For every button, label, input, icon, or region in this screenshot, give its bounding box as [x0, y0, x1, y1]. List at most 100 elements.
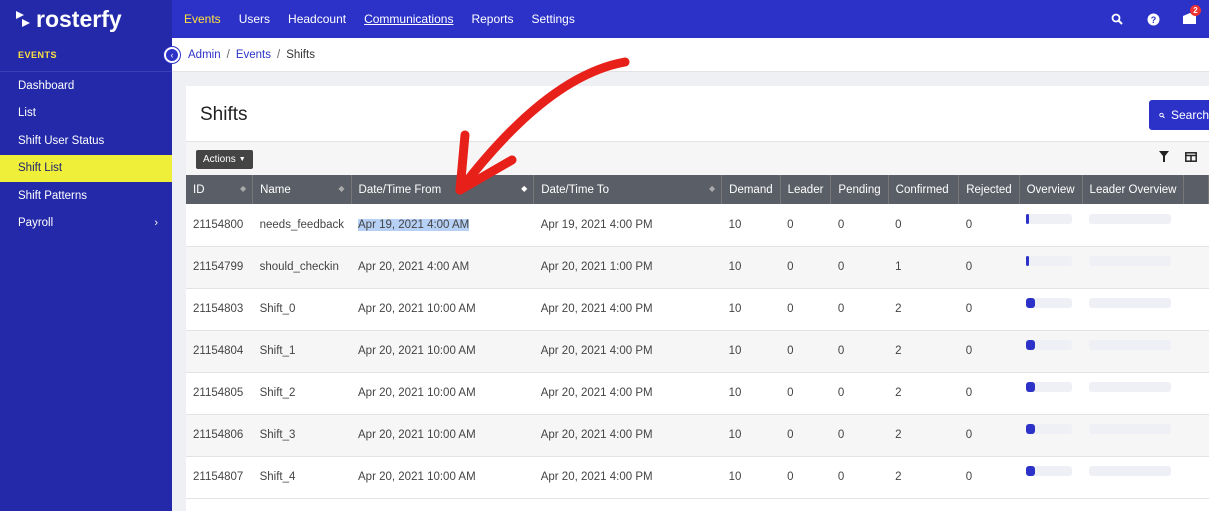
shifts-table: ID ◆ Name ◆ Date/Time From ◆ Date/Time To ◆ … — [186, 175, 1209, 499]
column-header-leader-overview[interactable]: Leader Overview — [1082, 175, 1185, 204]
cell-date-to-value: Apr 20, 2021 4:00 PM — [540, 303, 653, 315]
cell-leader: 0 — [780, 330, 831, 372]
app-logo[interactable]: rosterfy — [0, 0, 172, 38]
cell-demand: 10 — [722, 204, 780, 246]
nav-users[interactable]: Users — [239, 12, 270, 26]
column-header-pending[interactable]: Pending — [830, 175, 889, 204]
table-toolbar: Actions ▼ — [186, 141, 1209, 175]
cell-date-to: Apr 20, 2021 4:00 PM — [534, 330, 722, 372]
cell-leader-overview — [1082, 288, 1184, 330]
table-row[interactable]: 21154799 should_checkin Apr 20, 2021 4:00 … — [186, 246, 1209, 288]
cell-demand-value: 10 — [728, 345, 742, 357]
cell-pending-value: 0 — [837, 387, 845, 399]
nav-settings[interactable]: Settings — [531, 12, 574, 26]
search-button-label: Search — [1170, 108, 1209, 122]
nav-headcount[interactable]: Headcount — [288, 12, 346, 26]
cell-rejected-value: 0 — [965, 303, 973, 315]
cell-date-to: Apr 20, 2021 1:00 PM — [534, 246, 722, 288]
cell-rejected: 0 — [959, 330, 1019, 372]
nav-events[interactable]: Events — [184, 12, 221, 26]
sidebar-item-label: Dashboard — [18, 79, 75, 92]
table-row[interactable]: 21154803 Shift_0 Apr 20, 2021 10:00 AM Apr … — [186, 288, 1209, 330]
cell-pending-value: 0 — [837, 429, 845, 441]
cell-rejected-value: 0 — [965, 471, 973, 483]
sort-icon: ◆ — [239, 184, 247, 193]
cell-id: 21154806 — [186, 414, 253, 456]
sidebar-item-payroll[interactable]: Payroll › — [0, 210, 172, 238]
cell-demand-value: 10 — [728, 303, 742, 315]
help-icon[interactable]: ? — [1145, 11, 1161, 27]
column-header-date-from[interactable]: Date/Time From ◆ — [351, 175, 535, 204]
sidebar-item-shift-patterns[interactable]: Shift Patterns — [0, 182, 172, 210]
cell-leader-overview — [1082, 456, 1184, 498]
cell-confirmed: 2 — [888, 288, 959, 330]
cell-overview — [1019, 456, 1082, 498]
cell-date-to-value: Apr 20, 2021 4:00 PM — [540, 429, 653, 441]
cell-confirmed-value: 1 — [895, 261, 902, 273]
column-header-overview[interactable]: Overview — [1019, 175, 1083, 204]
cell-demand: 10 — [722, 372, 780, 414]
column-header-id[interactable]: ID ◆ — [186, 175, 254, 204]
notification-badge: 2 — [1190, 5, 1201, 16]
cell-leader-overview — [1082, 372, 1184, 414]
cell-name: needs_feedback — [253, 204, 351, 246]
sidebar-item-shift-list[interactable]: Shift List — [0, 154, 172, 182]
cell-date-to: Apr 20, 2021 4:00 PM — [534, 414, 722, 456]
column-label: Name — [260, 183, 291, 196]
cell-overview — [1019, 246, 1082, 288]
column-header-confirmed[interactable]: Confirmed — [888, 175, 960, 204]
table-row[interactable]: 21154805 Shift_2 Apr 20, 2021 10:00 AM Apr … — [186, 372, 1209, 414]
cell-leader-value: 0 — [787, 345, 794, 357]
cell-leader: 0 — [780, 414, 831, 456]
overview-progress-bar — [1026, 424, 1073, 434]
search-icon[interactable] — [1109, 11, 1125, 27]
cell-leader: 0 — [780, 246, 831, 288]
column-header-demand[interactable]: Demand — [721, 175, 781, 204]
nav-communications[interactable]: Communications — [364, 12, 453, 26]
cell-demand: 10 — [722, 246, 780, 288]
cell-leader: 0 — [780, 372, 831, 414]
table-row[interactable]: 21154806 Shift_3 Apr 20, 2021 10:00 AM Apr … — [186, 414, 1209, 456]
nav-reports[interactable]: Reports — [471, 12, 513, 26]
notifications-icon[interactable]: 2 — [1181, 5, 1201, 27]
cell-overview — [1019, 414, 1082, 456]
cell-pending: 0 — [831, 372, 888, 414]
cell-extra — [1184, 330, 1209, 372]
collapse-sidebar-icon[interactable]: ‹ — [164, 47, 180, 63]
actions-dropdown[interactable]: Actions ▼ — [196, 150, 253, 169]
sort-icon: ◆ — [338, 184, 345, 193]
main-nav: Events Users Headcount Communications Re… — [184, 0, 575, 38]
cell-name: should_checkin — [253, 246, 351, 288]
column-header-leader[interactable]: Leader — [780, 175, 832, 204]
breadcrumb-events[interactable]: Events — [236, 49, 271, 61]
cell-leader-overview — [1082, 330, 1184, 372]
cell-demand: 10 — [722, 414, 780, 456]
overview-progress-fill — [1026, 298, 1036, 308]
cell-confirmed: 2 — [888, 330, 959, 372]
table-row[interactable]: 21154807 Shift_4 Apr 20, 2021 10:00 AM Apr … — [186, 456, 1209, 498]
breadcrumb-admin[interactable]: Admin — [188, 49, 221, 61]
actions-label: Actions — [203, 154, 236, 165]
table-row[interactable]: 21154804 Shift_1 Apr 20, 2021 10:00 AM Apr … — [186, 330, 1209, 372]
column-header-date-to[interactable]: Date/Time To ◆ — [533, 175, 723, 204]
columns-icon[interactable] — [1185, 151, 1197, 165]
cell-id-value: 21154805 — [193, 387, 244, 399]
cell-confirmed: 2 — [888, 414, 959, 456]
cell-leader-value: 0 — [787, 429, 794, 441]
cell-confirmed: 2 — [888, 372, 959, 414]
search-button[interactable]: Search — [1149, 100, 1209, 130]
filter-icon[interactable] — [1159, 151, 1169, 165]
cell-overview — [1019, 288, 1082, 330]
cell-rejected: 0 — [959, 204, 1019, 246]
cell-id-value: 21154803 — [193, 303, 244, 315]
sidebar-item-list[interactable]: List — [0, 100, 172, 128]
cell-leader: 0 — [780, 204, 831, 246]
table-row[interactable]: 21154800 needs_feedback Apr 19, 2021 4:00 … — [186, 204, 1209, 246]
sidebar-item-dashboard[interactable]: Dashboard — [0, 72, 172, 100]
caret-down-icon: ▼ — [238, 156, 246, 163]
cell-date-to: Apr 20, 2021 4:00 PM — [534, 456, 722, 498]
cell-date-from-value: Apr 20, 2021 10:00 AM — [358, 345, 476, 357]
sidebar-item-shift-user-status[interactable]: Shift User Status — [0, 127, 172, 155]
column-header-rejected[interactable]: Rejected — [958, 175, 1020, 204]
column-header-name[interactable]: Name ◆ — [252, 175, 352, 204]
